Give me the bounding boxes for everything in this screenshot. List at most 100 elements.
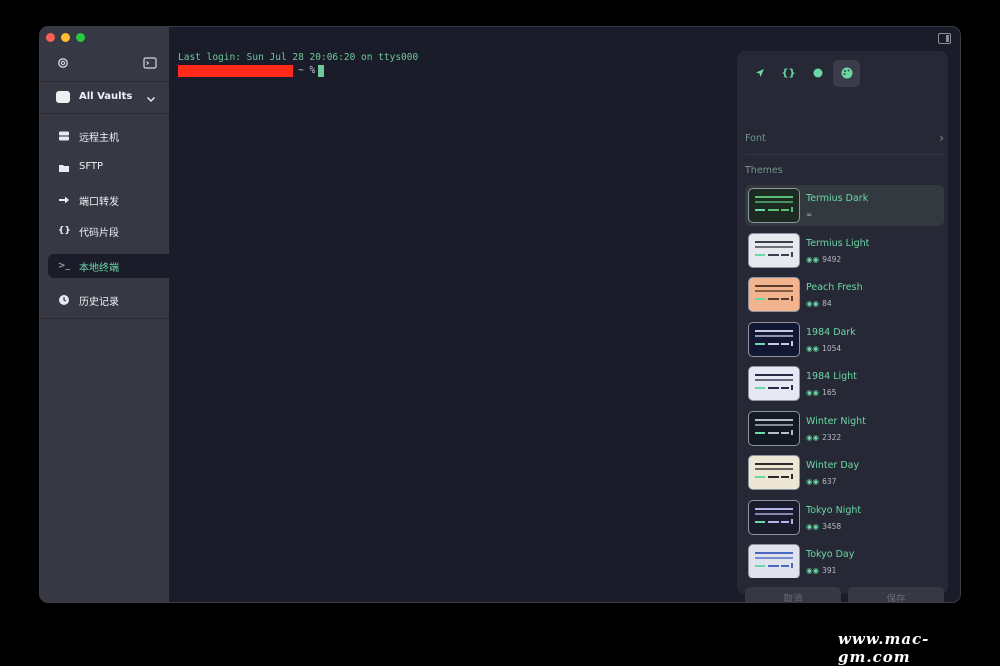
theme-thumbnail: [749, 278, 799, 311]
server-icon: [58, 130, 70, 142]
users-icon: ◉◉: [806, 343, 820, 353]
theme-item[interactable]: Tokyo Day ◉◉ 391: [745, 541, 944, 578]
chevron-right-icon: ›: [939, 131, 944, 145]
sidebar-item-label: 本地终端: [79, 263, 119, 274]
app-window: All Vaults 远程主机 SFTP 端口转发 {} 代码片段 >_ 本地终…: [40, 27, 960, 602]
clock-icon: [58, 294, 70, 306]
divider: [40, 318, 169, 319]
theme-name: Peach Fresh: [806, 282, 863, 293]
sidebar-item-port-forwarding[interactable]: 端口转发: [48, 188, 169, 212]
sidebar-item-sftp[interactable]: SFTP: [48, 156, 169, 180]
vault-selector[interactable]: All Vaults: [40, 83, 169, 113]
theme-item[interactable]: Winter Day ◉◉ 637: [745, 452, 944, 497]
theme-user-count: 165: [822, 388, 837, 397]
users-icon: ◉◉: [806, 254, 820, 264]
sidebar-item-label: 端口转发: [79, 197, 119, 208]
sidebar-item-snippets[interactable]: {} 代码片段: [48, 219, 169, 243]
theme-name: Termius Light: [806, 237, 870, 249]
theme-item[interactable]: Termius Dark ∞: [745, 185, 944, 230]
theme-thumbnail: [749, 411, 799, 445]
theme-list: Termius Dark ∞ Termius Light ◉◉ 9492 Peach Fr…: [745, 185, 944, 578]
theme-user-count: 84: [822, 299, 832, 308]
terminal-icon[interactable]: [143, 56, 157, 70]
theme-users: ◉◉ 2322: [806, 433, 841, 442]
theme-user-count: ∞: [806, 210, 813, 219]
themes-label: Themes: [745, 165, 783, 176]
theme-name: 1984 Dark: [806, 326, 856, 338]
users-icon: ◉◉: [806, 432, 820, 442]
theme-users: ∞: [806, 210, 812, 219]
theme-user-count: 3458: [822, 521, 842, 531]
settings-panel: {} Font › Themes Termius Dark ∞ Termius Li…: [737, 51, 948, 602]
watermark: www.mac-gm.com: [838, 630, 930, 666]
theme-user-count: 637: [822, 477, 837, 486]
braces-icon[interactable]: {}: [775, 60, 802, 87]
sidebar-item-label: SFTP: [79, 161, 104, 172]
gear-icon[interactable]: [56, 56, 70, 70]
theme-item[interactable]: Tokyo Night ◉◉ 3458: [745, 497, 944, 542]
theme-name: Winter Night: [806, 415, 866, 427]
theme-users: ◉◉ 84: [806, 299, 832, 308]
theme-user-count: 1054: [822, 343, 842, 353]
sidebar: All Vaults 远程主机 SFTP 端口转发 {} 代码片段 >_ 本地终…: [40, 27, 169, 602]
theme-item[interactable]: Peach Fresh ◉◉ 84: [745, 274, 944, 319]
theme-thumbnail: [749, 500, 799, 534]
circle-icon[interactable]: [804, 60, 831, 87]
sidebar-item-history[interactable]: 历史记录: [48, 288, 169, 312]
theme-users: ◉◉ 1054: [806, 344, 841, 353]
palette-icon[interactable]: [833, 60, 860, 87]
theme-users: ◉◉ 165: [806, 388, 836, 397]
sidebar-item-local-terminal[interactable]: >_ 本地终端: [48, 254, 169, 278]
divider: [40, 81, 169, 82]
prompt-tail: ~ %: [298, 65, 316, 76]
theme-name: Winter Day: [806, 460, 860, 471]
sidebar-item-label: 历史记录: [79, 297, 119, 308]
window-controls: [46, 33, 85, 42]
cursor: [318, 64, 325, 77]
sidebar-toggle-icon[interactable]: [938, 33, 951, 44]
theme-item[interactable]: Winter Night ◉◉ 2322: [745, 408, 944, 453]
theme-item[interactable]: 1984 Light ◉◉ 165: [745, 363, 944, 408]
save-button[interactable]: 保存: [848, 587, 944, 602]
sidebar-item-label: 远程主机: [79, 133, 119, 144]
theme-name: Tokyo Day: [806, 549, 855, 560]
folder-icon: [58, 162, 70, 174]
terminal-output[interactable]: Last login: Sun Jul 28 20:06:20 on ttys0…: [178, 51, 418, 77]
theme-users: ◉◉ 3458: [806, 522, 841, 531]
divider: [745, 154, 944, 155]
braces-icon: {}: [58, 226, 71, 236]
theme-user-count: 2322: [822, 432, 842, 442]
sidebar-item-label: 代码片段: [79, 228, 119, 239]
vault-label: All Vaults: [79, 91, 133, 102]
users-icon: ◉◉: [806, 477, 820, 486]
theme-item[interactable]: 1984 Dark ◉◉ 1054: [745, 319, 944, 364]
cancel-button[interactable]: 取消: [745, 587, 841, 602]
arrow-right-icon: [58, 194, 70, 206]
last-login-line: Last login: Sun Jul 28 20:06:20 on ttys0…: [178, 52, 419, 63]
minimize-window-button[interactable]: [61, 33, 70, 42]
close-window-button[interactable]: [46, 33, 55, 42]
sidebar-item-hosts[interactable]: 远程主机: [48, 124, 169, 148]
theme-name: Termius Dark: [806, 193, 869, 204]
theme-thumbnail: [749, 233, 799, 267]
users-icon: ◉◉: [806, 566, 820, 575]
theme-item[interactable]: Termius Light ◉◉ 9492: [745, 230, 944, 275]
vault-icon: [56, 91, 70, 103]
theme-thumbnail: [749, 545, 799, 578]
chevron-down-icon: [146, 89, 156, 103]
redacted-block: [178, 64, 293, 77]
font-row[interactable]: Font ›: [745, 131, 944, 145]
theme-users: ◉◉ 391: [806, 566, 836, 575]
font-label: Font: [745, 133, 766, 144]
theme-thumbnail: [749, 322, 799, 356]
theme-users: ◉◉ 637: [806, 477, 836, 486]
zoom-window-button[interactable]: [76, 33, 85, 42]
theme-users: ◉◉ 9492: [806, 255, 841, 264]
theme-name: Tokyo Night: [806, 504, 862, 516]
users-icon: ◉◉: [806, 299, 820, 308]
prompt-line: ~ %: [178, 64, 418, 77]
terminal-prompt-icon: >_: [58, 261, 71, 271]
theme-user-count: 9492: [822, 254, 842, 264]
theme-thumbnail: [749, 456, 799, 489]
rocket-icon[interactable]: [746, 60, 773, 87]
